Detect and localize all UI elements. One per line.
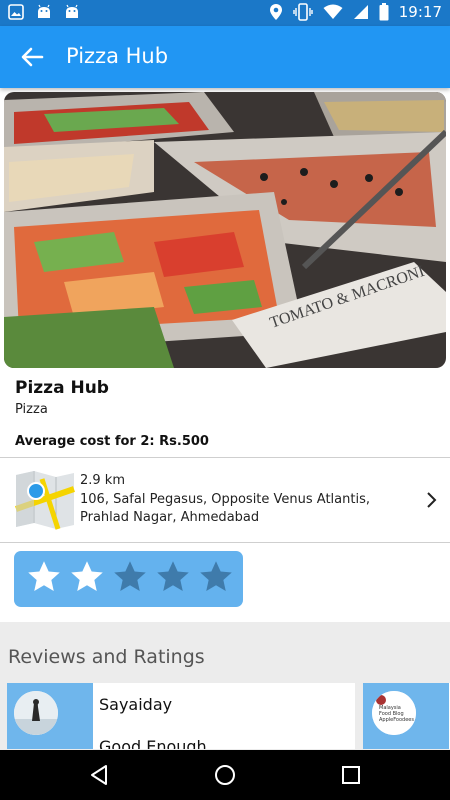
image-icon [8, 4, 24, 20]
page-title: Pizza Hub [66, 44, 169, 68]
recents-square-icon[interactable] [339, 763, 363, 787]
review-card[interactable]: Sayaiday Good Enough [7, 683, 355, 749]
review-text: Good Enough [99, 737, 207, 749]
chevron-right-icon[interactable] [424, 491, 438, 509]
restaurant-name: Pizza Hub [15, 378, 109, 398]
status-time: 19:17 [398, 3, 442, 21]
android-icon [66, 4, 78, 18]
vibrate-icon [293, 3, 313, 21]
map-icon [15, 471, 75, 530]
star-empty-icon[interactable] [198, 559, 234, 595]
app-bar: Pizza Hub [0, 26, 450, 88]
android-icon [38, 4, 50, 18]
rating-bar[interactable] [14, 551, 243, 607]
restaurant-photo: TOMATO & MACRONI [4, 92, 446, 368]
star-empty-icon[interactable] [155, 559, 191, 595]
divider [0, 542, 450, 543]
battery-icon [379, 3, 389, 21]
arrow-back-icon[interactable] [18, 43, 46, 71]
star-filled-icon[interactable] [26, 559, 62, 595]
reviews-title: Reviews and Ratings [8, 646, 205, 668]
wifi-icon [323, 4, 343, 19]
average-cost: Average cost for 2: Rs.500 [15, 434, 209, 449]
location-row[interactable]: 2.9 km 106, Safal Pegasus, Opposite Venu… [0, 459, 450, 543]
avatar-logo-text: Malaysia Food Blog AppleFoodees [379, 705, 414, 723]
rating-stars[interactable] [26, 559, 234, 595]
back-triangle-icon[interactable] [87, 763, 111, 787]
status-bar: 19:17 [0, 0, 450, 26]
divider [0, 457, 450, 458]
restaurant-cuisine: Pizza [15, 402, 48, 417]
home-circle-icon[interactable] [213, 763, 237, 787]
location-icon [269, 4, 282, 20]
reviewer-name: Sayaiday [99, 695, 173, 714]
signal-icon [353, 5, 368, 19]
avatar [14, 691, 58, 735]
star-filled-icon[interactable] [69, 559, 105, 595]
star-empty-icon[interactable] [112, 559, 148, 595]
address: 106, Safal Pegasus, Opposite Venus Atlan… [80, 492, 370, 525]
distance: 2.9 km [80, 473, 125, 488]
navigation-bar [0, 750, 450, 800]
review-card[interactable]: Malaysia Food Blog AppleFoodees [363, 683, 450, 749]
avatar: Malaysia Food Blog AppleFoodees [372, 691, 416, 735]
